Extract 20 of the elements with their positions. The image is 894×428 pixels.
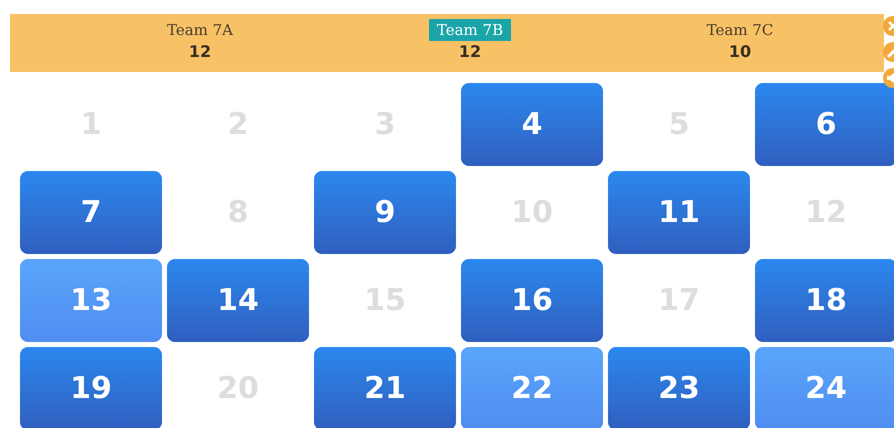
- team-name[interactable]: Team 7B: [428, 19, 512, 41]
- number-tile[interactable]: 11: [608, 171, 750, 254]
- team-score: 12: [188, 41, 212, 63]
- number-tile[interactable]: 14: [167, 259, 309, 342]
- number-tile[interactable]: 24: [755, 347, 894, 428]
- number-tile[interactable]: 6: [755, 83, 894, 166]
- number-tile[interactable]: 23: [608, 347, 750, 428]
- number-tile[interactable]: 22: [461, 347, 603, 428]
- number-tile[interactable]: 19: [20, 347, 162, 428]
- number-tile[interactable]: 4: [461, 83, 603, 166]
- team-score: 10: [728, 41, 752, 63]
- number-tile[interactable]: 13: [20, 259, 162, 342]
- team-score: 12: [458, 41, 482, 63]
- team-name[interactable]: Team 7A: [158, 19, 242, 41]
- number-tile[interactable]: 7: [20, 171, 162, 254]
- number-tile[interactable]: 16: [461, 259, 603, 342]
- number-tile[interactable]: 21: [314, 347, 456, 428]
- team-name[interactable]: Team 7C: [698, 19, 782, 41]
- number-tile[interactable]: 18: [755, 259, 894, 342]
- number-tile[interactable]: 9: [314, 171, 456, 254]
